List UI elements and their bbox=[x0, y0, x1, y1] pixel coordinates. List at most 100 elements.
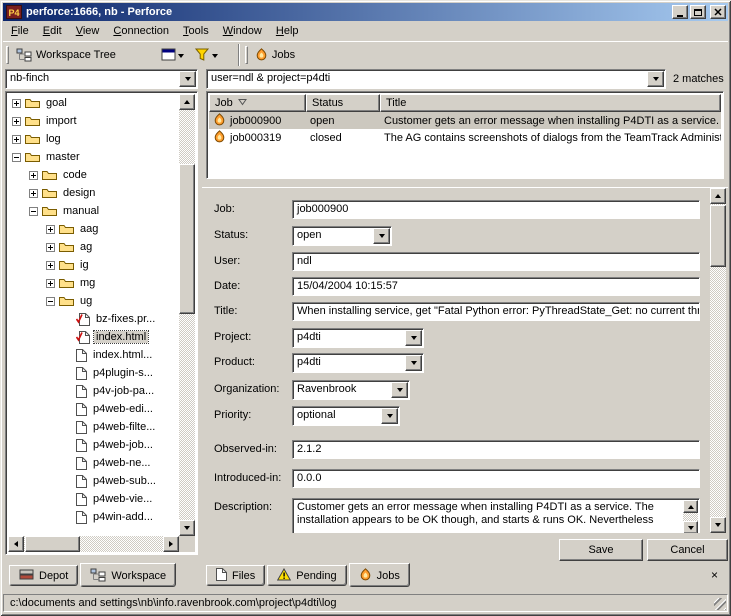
tree-item-code[interactable]: code bbox=[8, 166, 179, 184]
expander-icon[interactable] bbox=[46, 242, 55, 252]
tree-item-ag[interactable]: ag bbox=[8, 238, 179, 256]
tree-item-goal[interactable]: goal bbox=[8, 94, 179, 112]
field-title-input[interactable]: When installing service, get "Fatal Pyth… bbox=[292, 302, 700, 321]
menu-item-file[interactable]: File bbox=[4, 23, 36, 40]
expander-icon[interactable] bbox=[12, 152, 21, 162]
tree-item-p4web-vie[interactable]: p4web-vie... bbox=[8, 490, 179, 508]
menu-item-edit[interactable]: Edit bbox=[36, 23, 69, 40]
column-header-title[interactable]: Title bbox=[380, 94, 721, 112]
form-vscrollbar[interactable] bbox=[710, 188, 726, 533]
tree-item-p4web-sub[interactable]: p4web-sub... bbox=[8, 472, 179, 490]
expander-icon[interactable] bbox=[46, 224, 55, 234]
menu-item-tools[interactable]: Tools bbox=[176, 23, 216, 40]
minimize-button[interactable] bbox=[672, 5, 688, 19]
field-organization-select[interactable]: Ravenbrook bbox=[292, 380, 410, 400]
tree-item-index-html[interactable]: index.html bbox=[8, 328, 179, 346]
dropdown-arrow-icon[interactable] bbox=[391, 382, 408, 398]
view-options-button[interactable] bbox=[158, 45, 188, 65]
field-date-input[interactable]: 15/04/2004 10:15:57 bbox=[292, 277, 700, 296]
expander-icon[interactable] bbox=[29, 188, 38, 198]
tree-item-p4plugin-s[interactable]: p4plugin-s... bbox=[8, 364, 179, 382]
rebar-grip[interactable] bbox=[244, 45, 248, 64]
scroll-right-button[interactable] bbox=[163, 536, 179, 552]
toolbar-separator bbox=[237, 43, 240, 66]
menu-item-window[interactable]: Window bbox=[216, 23, 269, 40]
menu-item-view[interactable]: View bbox=[69, 23, 107, 40]
tree-item-index-html[interactable]: index.html... bbox=[8, 346, 179, 364]
tree-hscrollbar[interactable] bbox=[8, 536, 179, 552]
field-priority-select[interactable]: optional bbox=[292, 406, 400, 426]
scroll-thumb[interactable] bbox=[25, 536, 80, 552]
column-header-job[interactable]: Job bbox=[209, 94, 306, 112]
tree-item-ig[interactable]: ig bbox=[8, 256, 179, 274]
scroll-up-button[interactable] bbox=[179, 94, 195, 110]
field-user-input[interactable]: ndl bbox=[292, 252, 700, 271]
textarea-scrollbar[interactable] bbox=[683, 500, 698, 533]
jobs-filter-combo[interactable]: user=ndl & project=p4dti bbox=[206, 69, 666, 89]
scroll-down-button[interactable] bbox=[179, 520, 195, 536]
dropdown-arrow-icon[interactable] bbox=[373, 228, 390, 244]
scroll-down-button[interactable] bbox=[683, 521, 698, 533]
scroll-up-button[interactable] bbox=[710, 188, 726, 204]
tree-item-p4web-job[interactable]: p4web-job... bbox=[8, 436, 179, 454]
tab-workspace[interactable]: Workspace bbox=[80, 563, 177, 587]
tree-item-aag[interactable]: aag bbox=[8, 220, 179, 238]
expander-icon[interactable] bbox=[12, 134, 21, 144]
field-description-textarea[interactable]: Customer gets an error message when inst… bbox=[292, 498, 700, 533]
tree-item-p4win-add[interactable]: p4win-add... bbox=[8, 508, 179, 526]
tab-jobs[interactable]: Jobs bbox=[348, 563, 410, 587]
scroll-up-button[interactable] bbox=[683, 500, 698, 513]
field-project-select[interactable]: p4dti bbox=[292, 328, 424, 348]
field-status-select[interactable]: open bbox=[292, 226, 392, 246]
scroll-thumb[interactable] bbox=[710, 205, 726, 267]
tree-item-p4web-edi[interactable]: p4web-edi... bbox=[8, 400, 179, 418]
expander-icon[interactable] bbox=[29, 206, 38, 216]
expander-icon[interactable] bbox=[12, 116, 21, 126]
dropdown-arrow-icon[interactable] bbox=[405, 330, 422, 346]
tree-item-p4v-job-pa[interactable]: p4v-job-pa... bbox=[8, 382, 179, 400]
job-row[interactable]: job000900 open Customer gets an error mess… bbox=[209, 112, 721, 129]
tree-item-ug[interactable]: ug bbox=[8, 292, 179, 310]
close-button[interactable] bbox=[710, 5, 726, 19]
tree-item-p4web-ne[interactable]: p4web-ne... bbox=[8, 454, 179, 472]
tree-item-design[interactable]: design bbox=[8, 184, 179, 202]
field-product-select[interactable]: p4dti bbox=[292, 353, 424, 373]
expander-icon[interactable] bbox=[29, 170, 38, 180]
scroll-down-button[interactable] bbox=[710, 517, 726, 533]
tree-item-master[interactable]: master bbox=[8, 148, 179, 166]
tree-vscrollbar[interactable] bbox=[179, 94, 195, 536]
dropdown-arrow-icon[interactable] bbox=[381, 408, 398, 424]
field-observed-in-input[interactable]: 2.1.2 bbox=[292, 440, 700, 459]
tree-item-bz-fixes-pr[interactable]: bz-fixes.pr... bbox=[8, 310, 179, 328]
tab-depot[interactable]: Depot bbox=[9, 565, 79, 586]
rebar-grip[interactable] bbox=[6, 45, 9, 64]
dropdown-arrow-icon[interactable] bbox=[647, 71, 664, 87]
pane-close-icon[interactable]: × bbox=[708, 569, 721, 582]
tree-item-mg[interactable]: mg bbox=[8, 274, 179, 292]
dropdown-arrow-icon[interactable] bbox=[405, 355, 422, 371]
scroll-thumb[interactable] bbox=[179, 164, 195, 314]
tree-item-manual[interactable]: manual bbox=[8, 202, 179, 220]
tab-pending[interactable]: Pending bbox=[267, 565, 347, 586]
tree-item-import[interactable]: import bbox=[8, 112, 179, 130]
expander-icon[interactable] bbox=[46, 296, 55, 306]
tree-item-p4web-filte[interactable]: p4web-filte... bbox=[8, 418, 179, 436]
menu-item-help[interactable]: Help bbox=[269, 23, 306, 40]
expander-icon[interactable] bbox=[46, 278, 55, 288]
cancel-button[interactable]: Cancel bbox=[647, 539, 728, 561]
job-row[interactable]: job000319 closed The AG contains screensho… bbox=[209, 129, 721, 146]
field-introduced-in-input[interactable]: 0.0.0 bbox=[292, 469, 700, 488]
column-header-status[interactable]: Status bbox=[306, 94, 380, 112]
titlebar[interactable]: P4 perforce:1666, nb - Perforce bbox=[3, 3, 728, 21]
maximize-button[interactable] bbox=[690, 5, 706, 19]
field-job-input[interactable]: job000900 bbox=[292, 200, 700, 219]
filter-button[interactable] bbox=[192, 45, 222, 65]
expander-icon[interactable] bbox=[46, 260, 55, 270]
tree-item-log[interactable]: log bbox=[8, 130, 179, 148]
tab-files[interactable]: Files bbox=[206, 565, 266, 586]
save-button[interactable]: Save bbox=[559, 539, 643, 561]
menu-item-connection[interactable]: Connection bbox=[106, 23, 176, 40]
expander-icon[interactable] bbox=[12, 98, 21, 108]
resize-grip[interactable] bbox=[714, 598, 726, 610]
scroll-left-button[interactable] bbox=[8, 536, 24, 552]
